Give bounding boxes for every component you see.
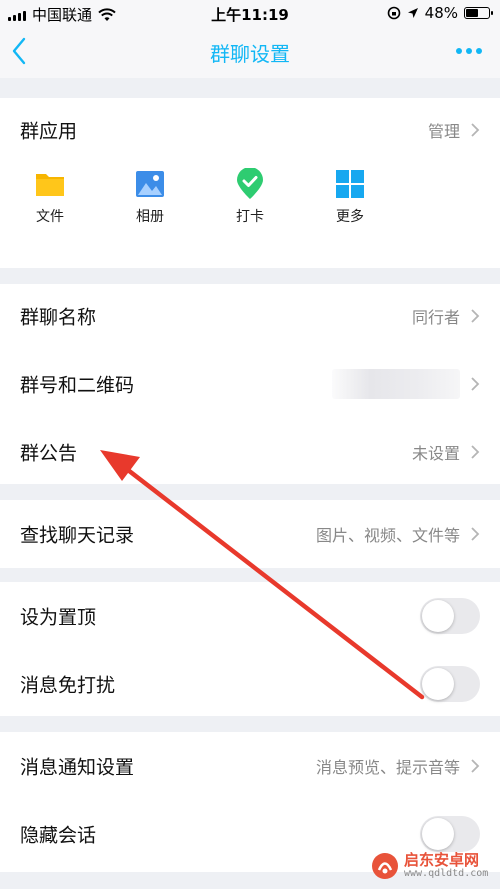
- history-label: 查找聊天记录: [20, 524, 135, 547]
- history-value: 图片、视频、文件等: [315, 526, 460, 545]
- watermark-logo-icon: [372, 853, 398, 879]
- more-dots-icon[interactable]: [456, 48, 482, 54]
- group-notice-row[interactable]: 群公告 未设置: [0, 420, 500, 484]
- checkin-icon: [237, 168, 263, 199]
- rotation-lock-icon: [387, 6, 400, 20]
- nav-bar: 群聊设置: [0, 26, 500, 78]
- battery-percent: 48%: [424, 4, 458, 22]
- manage-link[interactable]: 管理: [428, 118, 460, 142]
- page-title: 群聊设置: [210, 42, 290, 66]
- hide-label: 隐藏会话: [20, 824, 97, 847]
- mute-toggle[interactable]: [420, 666, 480, 702]
- group-qr-label: 群号和二维码: [20, 374, 135, 397]
- pin-row: 设为置顶: [0, 584, 500, 648]
- group-info-section: 群聊名称 同行者 群号和二维码 群公告 未设置: [0, 284, 500, 484]
- battery-icon: [464, 7, 493, 19]
- history-section: 查找聊天记录 图片、视频、文件等: [0, 500, 500, 568]
- watermark: 启东安卓网 www.qdldtd.com: [370, 849, 490, 883]
- album-icon: [136, 171, 164, 197]
- mute-row: 消息免打扰: [0, 652, 500, 716]
- group-name-value: 同行者: [411, 308, 460, 327]
- pin-label: 设为置顶: [20, 606, 97, 629]
- notify-row[interactable]: 消息通知设置 消息预览、提示音等: [0, 734, 500, 798]
- app-label: 更多: [336, 209, 364, 225]
- history-row[interactable]: 查找聊天记录 图片、视频、文件等: [0, 502, 500, 566]
- chevron-right-icon: [471, 377, 480, 391]
- app-label: 打卡: [236, 209, 264, 225]
- mute-label: 消息免打扰: [20, 674, 116, 697]
- group-name-label: 群聊名称: [20, 306, 97, 329]
- hide-toggle[interactable]: [420, 816, 480, 852]
- chevron-right-icon: [471, 445, 480, 459]
- app-label: 文件: [36, 209, 64, 225]
- notify-value: 消息预览、提示音等: [315, 758, 460, 777]
- group-qr-row[interactable]: 群号和二维码: [0, 352, 500, 416]
- chevron-right-icon: [471, 527, 480, 541]
- status-bar: 中国联通 上午11:19 48%: [0, 0, 500, 26]
- status-right: 48%: [387, 4, 493, 22]
- notify-label: 消息通知设置: [20, 756, 135, 779]
- watermark-url: www.qdldtd.com: [404, 868, 489, 879]
- group-apps-grid: 文件 相册 打卡 更多: [0, 168, 500, 248]
- app-checkin[interactable]: 打卡: [220, 168, 280, 226]
- group-apps-section: 群应用 管理 文件 相册 打卡 更多: [0, 98, 500, 268]
- toggles-section: 设为置顶 消息免打扰: [0, 582, 500, 716]
- chevron-right-icon: [471, 123, 480, 137]
- folder-icon: [36, 174, 64, 196]
- app-files[interactable]: 文件: [20, 168, 80, 226]
- chevron-right-icon: [471, 309, 480, 323]
- pin-toggle[interactable]: [420, 598, 480, 634]
- app-album[interactable]: 相册: [120, 168, 180, 226]
- blurred-group-number: [332, 369, 460, 399]
- watermark-name: 启东安卓网: [404, 851, 480, 869]
- group-name-row[interactable]: 群聊名称 同行者: [0, 284, 500, 348]
- group-apps-title: 群应用: [20, 120, 78, 143]
- grid-icon: [336, 170, 364, 198]
- app-more[interactable]: 更多: [320, 168, 380, 226]
- chevron-right-icon: [471, 759, 480, 773]
- location-icon: [407, 8, 418, 18]
- app-label: 相册: [136, 209, 164, 225]
- group-apps-row[interactable]: 群应用 管理: [0, 98, 500, 162]
- group-notice-label: 群公告: [20, 442, 78, 465]
- group-notice-value: 未设置: [411, 444, 460, 463]
